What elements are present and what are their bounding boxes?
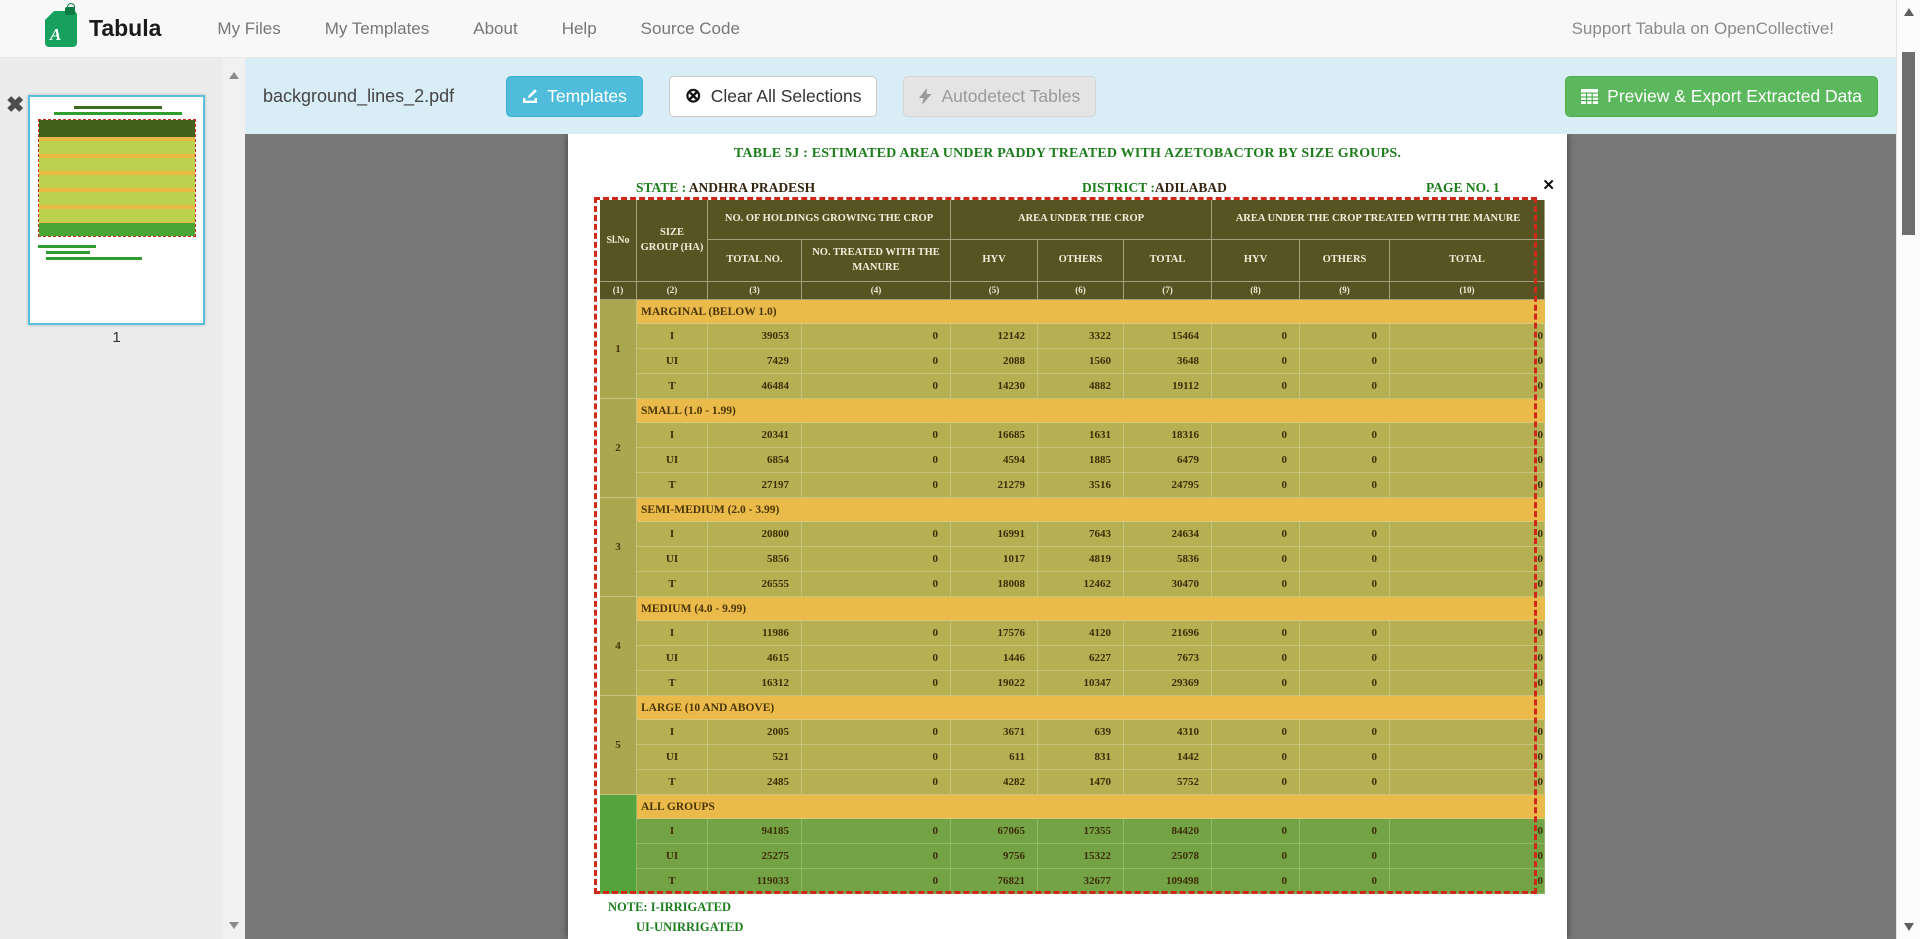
remove-page-icon[interactable]: ✖ [6,94,24,116]
state-value: ANDHRA PRADESH [689,180,815,195]
templates-label: Templates [547,86,627,107]
scrollbar-up-arrow-icon[interactable] [1904,8,1914,16]
thumb-table-header [39,120,195,137]
table-selection-rectangle[interactable] [594,197,1537,894]
support-link[interactable]: Support Tabula on OpenCollective! [1572,19,1834,39]
document-area: TABLE 5J : ESTIMATED AREA UNDER PADDY TR… [245,134,1896,939]
scrollbar-down-arrow-icon[interactable] [1904,923,1914,931]
templates-icon [522,88,538,104]
toolbar: background_lines_2.pdf Templates ⊗ Clear… [245,58,1896,134]
document-filename: background_lines_2.pdf [263,86,454,107]
table-grid-icon [1581,89,1598,104]
pdf-page-no: PAGE NO. 1 [1426,180,1500,196]
thumb-note-line [46,257,142,260]
pdf-note-2: UI-UNIRRIGATED [636,920,743,935]
thumb-table-footer [39,223,195,236]
nav-source-code[interactable]: Source Code [641,19,740,39]
window-scrollbar [1896,0,1920,939]
state-label: STATE : [636,180,686,195]
pdf-table-title: TABLE 5J : ESTIMATED AREA UNDER PADDY TR… [568,146,1567,162]
lock-icon [65,7,75,15]
brand-title[interactable]: Tabula [89,15,161,42]
tabula-app: A Tabula My Files My Templates About Hel… [0,0,1920,939]
thumb-note-line [46,251,90,254]
scroll-down-arrow-icon[interactable] [229,922,239,929]
thumb-table [38,119,196,237]
pdf-note-1: NOTE: I-IRRIGATED [608,900,731,915]
thumb-subtitle-line [54,112,182,115]
nav-my-files[interactable]: My Files [217,19,280,39]
thumb-table-body [39,137,195,223]
nav-about[interactable]: About [473,19,517,39]
templates-button[interactable]: Templates [506,76,643,117]
nav-my-templates[interactable]: My Templates [325,19,430,39]
circle-x-icon: ⊗ [685,86,702,106]
pdf-district-line: DISTRICT :ADILABAD [1082,180,1227,196]
scroll-up-arrow-icon[interactable] [229,72,239,79]
nav-help[interactable]: Help [562,19,597,39]
district-label: DISTRICT : [1082,180,1155,195]
page-fold-icon [45,11,54,20]
tabula-logo-icon[interactable]: A [45,11,77,47]
clear-label: Clear All Selections [711,86,862,107]
clear-all-selections-button[interactable]: ⊗ Clear All Selections [669,76,878,117]
navbar: A Tabula My Files My Templates About Hel… [0,0,1896,58]
export-label: Preview & Export Extracted Data [1607,86,1862,107]
nav-links: My Files My Templates About Help Source … [217,19,739,39]
pdf-page[interactable]: TABLE 5J : ESTIMATED AREA UNDER PADDY TR… [568,134,1567,939]
pdf-state-line: STATE : ANDHRA PRADESH [636,180,815,196]
content-row: ✖ 1 background_ [0,58,1896,939]
sidebar-scrollbar [223,58,245,939]
scrollbar-thumb[interactable] [1902,52,1915,235]
autodetect-label: Autodetect Tables [941,86,1080,107]
page-1-thumbnail[interactable] [28,95,205,325]
logo-glyph: A [50,25,61,45]
thumbnail-page-number: 1 [28,329,205,346]
main-column: background_lines_2.pdf Templates ⊗ Clear… [245,58,1896,939]
lightning-icon [919,88,932,105]
selection-close-button[interactable]: ✕ [1542,176,1555,194]
preview-export-button[interactable]: Preview & Export Extracted Data [1565,76,1878,117]
autodetect-tables-button[interactable]: Autodetect Tables [903,76,1096,117]
thumb-note-line [38,245,96,248]
thumb-title-line [74,106,162,109]
page-thumbnails-sidebar: ✖ 1 [0,58,223,939]
district-value: ADILABAD [1155,180,1227,195]
